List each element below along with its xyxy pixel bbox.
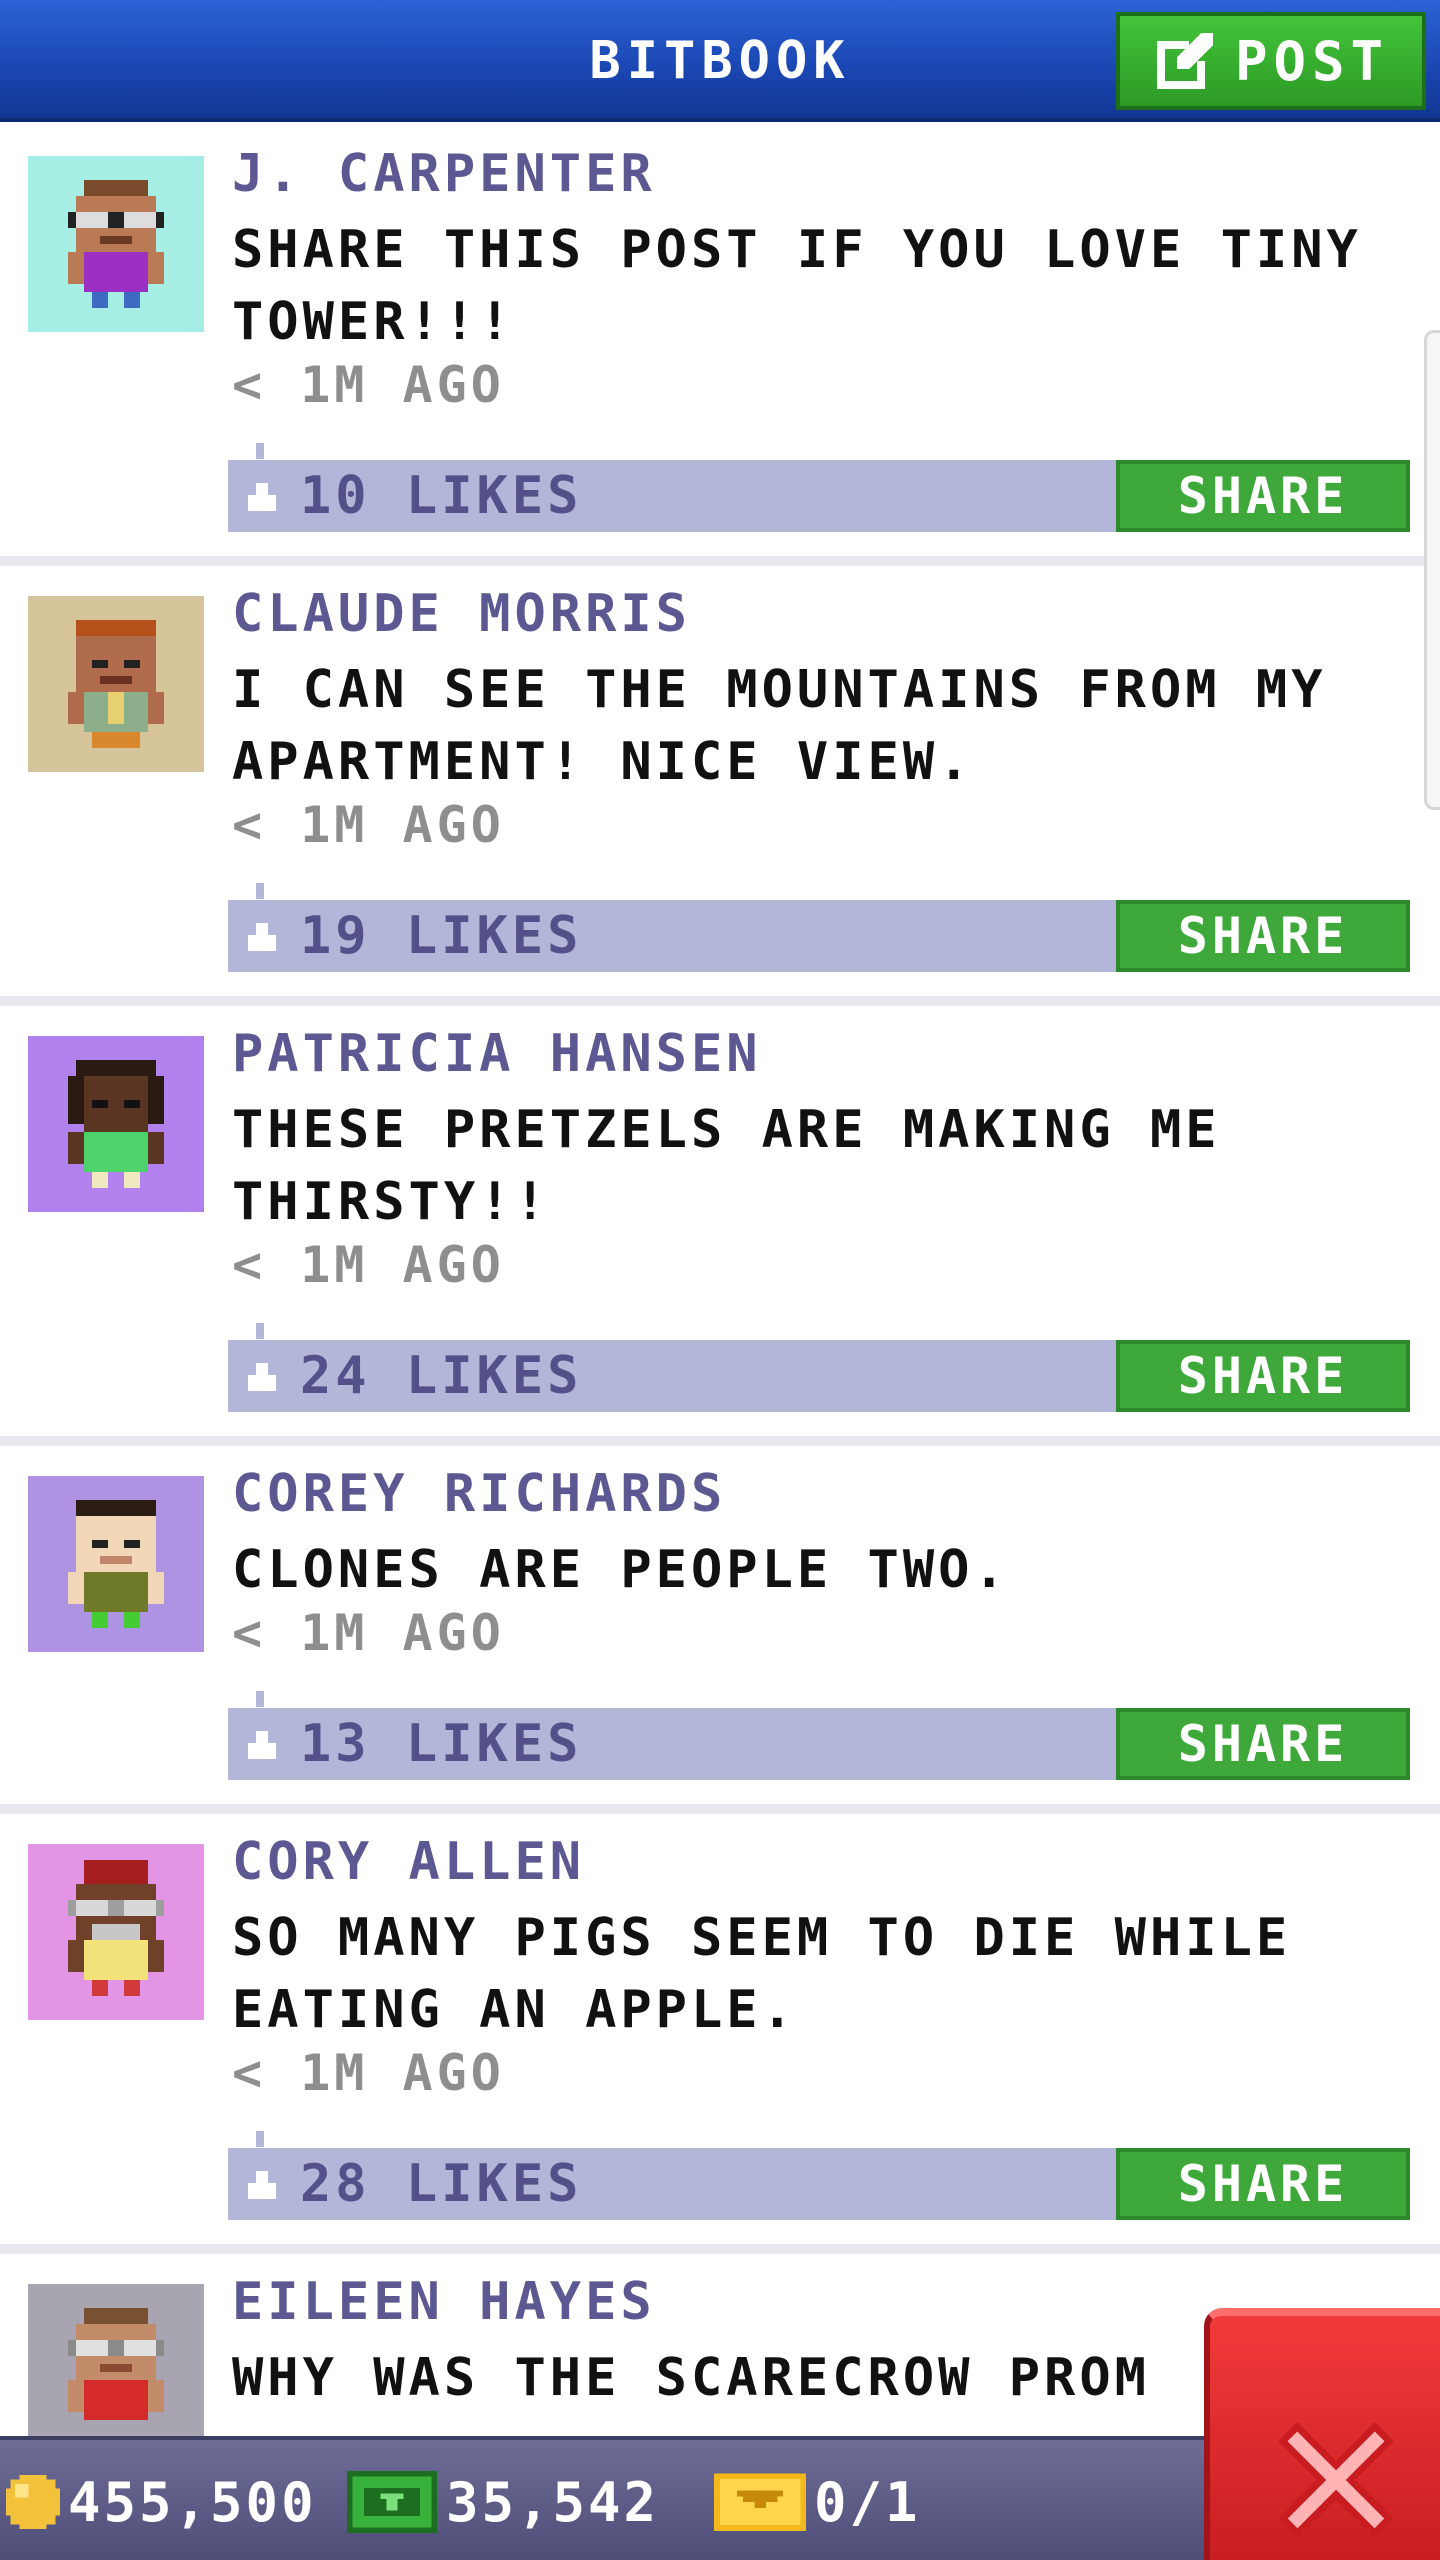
side-scroll-handle[interactable] [1424,330,1440,810]
person-avatar-icon [28,1476,204,1652]
coins-amount: 455,500 [68,2470,317,2534]
post-message: CLONES ARE PEOPLE TWO. [232,1540,1009,1600]
post-time: < 1M AGO [232,1604,505,1662]
share-button[interactable]: SHARE [1116,1340,1410,1412]
poster-name: PATRICIA HANSEN [232,1024,762,1084]
share-button[interactable]: SHARE [1116,900,1410,972]
post-message: SO MANY PIGS SEEM TO DIE WHILE EATING AN… [232,1908,1292,2040]
compose-icon [1156,33,1213,89]
avatar[interactable] [28,2284,204,2454]
avatar[interactable] [28,156,204,332]
feed-post: CORY ALLEN SO MANY PIGS SEEM TO DIE WHIL… [0,1814,1440,2254]
person-avatar-icon [28,2284,204,2454]
avatar[interactable] [28,1476,204,1652]
likes-bar: 10 LIKES SHARE [228,443,1410,532]
likes-count: 24 LIKES [300,1346,583,1406]
poster-name: CLAUDE MORRIS [232,584,691,644]
post-message: THESE PRETZELS ARE MAKING ME THIRSTY!! [232,1100,1221,1232]
tickets-stat: 0/1 [714,2440,921,2560]
likes-count: 28 LIKES [300,2154,583,2214]
person-avatar-icon [28,596,204,772]
news-feed[interactable]: J. CARPENTER SHARE THIS POST IF YOU LOVE… [0,126,1440,2454]
thumbs-up-icon[interactable] [240,442,284,532]
coins-stat: 455,500 [6,2440,317,2560]
avatar[interactable] [28,1036,204,1212]
poster-name: CORY ALLEN [232,1832,586,1892]
top-bar: BITBOOK POST [0,0,1440,122]
avatar[interactable] [28,1844,204,2020]
person-avatar-icon [28,1844,204,2020]
likes-bar: 28 LIKES SHARE [228,2131,1410,2220]
post-message: I CAN SEE THE MOUNTAINS FROM MY APARTMEN… [232,660,1327,792]
coin-icon [6,2475,60,2529]
post-time: < 1M AGO [232,356,505,414]
feed-post: COREY RICHARDS CLONES ARE PEOPLE TWO. < … [0,1446,1440,1814]
feed-post: PATRICIA HANSEN THESE PRETZELS ARE MAKIN… [0,1006,1440,1446]
poster-name: COREY RICHARDS [232,1464,727,1524]
person-avatar-icon [28,1036,204,1212]
likes-count: 10 LIKES [300,466,583,526]
avatar[interactable] [28,596,204,772]
thumbs-up-icon[interactable] [240,882,284,972]
likes-bar: 24 LIKES SHARE [228,1323,1410,1412]
ticket-icon [714,2473,806,2531]
bux-amount: 35,542 [446,2470,660,2534]
likes-bar: 13 LIKES SHARE [228,1691,1410,1780]
bux-icon [346,2471,438,2533]
person-avatar-icon [28,156,204,332]
feed-post: J. CARPENTER SHARE THIS POST IF YOU LOVE… [0,126,1440,566]
share-button[interactable]: SHARE [1116,460,1410,532]
thumbs-up-icon[interactable] [240,1690,284,1780]
likes-count: 19 LIKES [300,906,583,966]
thumbs-up-icon[interactable] [240,1322,284,1412]
poster-name: EILEEN HAYES [232,2272,656,2332]
post-time: < 1M AGO [232,1236,505,1294]
share-button[interactable]: SHARE [1116,2148,1410,2220]
tickets-count: 0/1 [814,2470,921,2534]
post-time: < 1M AGO [232,796,505,854]
thumbs-up-icon[interactable] [240,2130,284,2220]
post-time: < 1M AGO [232,2044,505,2102]
bux-stat: 35,542 [346,2440,659,2560]
close-icon [1278,2422,1394,2538]
feed-post: CLAUDE MORRIS I CAN SEE THE MOUNTAINS FR… [0,566,1440,1006]
close-button[interactable] [1204,2308,1440,2560]
share-button[interactable]: SHARE [1116,1708,1410,1780]
post-message: SHARE THIS POST IF YOU LOVE TINY TOWER!!… [232,220,1362,352]
post-button-label: POST [1234,29,1390,93]
likes-count: 13 LIKES [300,1714,583,1774]
post-button[interactable]: POST [1116,12,1426,110]
poster-name: J. CARPENTER [232,144,656,204]
likes-bar: 19 LIKES SHARE [228,883,1410,972]
